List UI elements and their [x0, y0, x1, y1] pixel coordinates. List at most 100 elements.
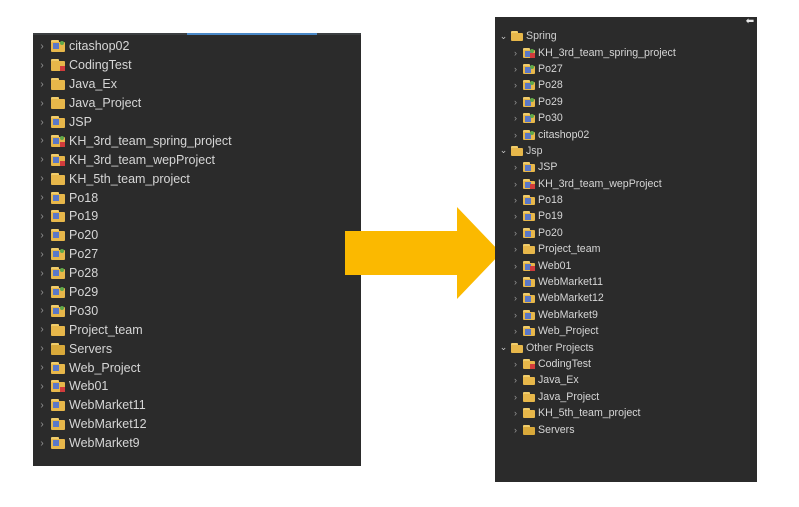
project-node[interactable]: › Po28: [37, 264, 232, 283]
chevron-right-icon[interactable]: ›: [37, 173, 47, 184]
project-node[interactable]: › Po30: [499, 110, 676, 126]
chevron-right-icon[interactable]: ›: [511, 80, 520, 90]
project-node[interactable]: › Po18: [37, 188, 232, 207]
working-set-node[interactable]: ⌄ Jsp: [499, 143, 676, 159]
project-node[interactable]: › WebMarket12: [37, 415, 232, 434]
project-node[interactable]: › CodingTest: [37, 56, 232, 75]
chevron-right-icon[interactable]: ›: [37, 98, 47, 109]
chevron-right-icon[interactable]: ›: [511, 162, 520, 172]
project-node[interactable]: › Web01: [37, 377, 232, 396]
chevron-right-icon[interactable]: ›: [37, 400, 47, 411]
project-node[interactable]: › KH_5th_team_project: [37, 169, 232, 188]
chevron-right-icon[interactable]: ›: [37, 287, 47, 298]
project-node[interactable]: › Po30: [37, 301, 232, 320]
chevron-right-icon[interactable]: ›: [511, 130, 520, 140]
project-label: Web01: [69, 379, 109, 394]
chevron-right-icon[interactable]: ›: [511, 375, 520, 385]
java-project-error-icon: [523, 359, 535, 369]
project-node[interactable]: › KH_3rd_team_spring_project: [499, 44, 676, 60]
chevron-right-icon[interactable]: ›: [511, 64, 520, 74]
chevron-right-icon[interactable]: ›: [511, 359, 520, 369]
chevron-down-icon[interactable]: ⌄: [499, 31, 508, 42]
chevron-right-icon[interactable]: ›: [37, 79, 47, 90]
project-node[interactable]: › Po28: [499, 77, 676, 93]
chevron-right-icon[interactable]: ›: [511, 392, 520, 402]
chevron-right-icon[interactable]: ›: [37, 305, 47, 316]
chevron-right-icon[interactable]: ›: [511, 277, 520, 287]
project-node[interactable]: › Servers: [37, 339, 232, 358]
project-node[interactable]: › Po29: [37, 283, 232, 302]
project-node[interactable]: › Po19: [499, 208, 676, 224]
chevron-right-icon[interactable]: ›: [37, 211, 47, 222]
chevron-right-icon[interactable]: ›: [37, 324, 47, 335]
chevron-right-icon[interactable]: ›: [37, 117, 47, 128]
chevron-right-icon[interactable]: ›: [511, 179, 520, 189]
chevron-right-icon[interactable]: ›: [37, 343, 47, 354]
chevron-right-icon[interactable]: ›: [37, 60, 47, 71]
project-node[interactable]: › Web_Project: [499, 323, 676, 339]
chevron-right-icon[interactable]: ›: [37, 135, 47, 146]
chevron-right-icon[interactable]: ›: [37, 381, 47, 392]
chevron-right-icon[interactable]: ›: [511, 97, 520, 107]
project-node[interactable]: › Project_team: [37, 320, 232, 339]
chevron-right-icon[interactable]: ›: [511, 261, 520, 271]
project-node[interactable]: › Java_Ex: [37, 75, 232, 94]
project-node[interactable]: › citashop02: [37, 37, 232, 56]
working-set-node[interactable]: ⌄ Other Projects: [499, 339, 676, 355]
chevron-right-icon[interactable]: ›: [37, 249, 47, 260]
chevron-right-icon[interactable]: ›: [37, 268, 47, 279]
project-node[interactable]: › KH_3rd_team_spring_project: [37, 131, 231, 150]
pin-icon[interactable]: ⬅: [745, 17, 755, 27]
project-node[interactable]: › Po27: [37, 245, 232, 264]
project-node[interactable]: › citashop02: [499, 126, 676, 142]
chevron-right-icon[interactable]: ›: [511, 195, 520, 205]
project-node[interactable]: › Po29: [499, 94, 676, 110]
chevron-right-icon[interactable]: ›: [37, 230, 47, 241]
working-set-node[interactable]: ⌄ Spring: [499, 28, 676, 44]
project-node[interactable]: › KH_3rd_team_wepProject: [499, 176, 676, 192]
project-node[interactable]: › Java_Project: [499, 389, 676, 405]
chevron-right-icon[interactable]: ›: [511, 113, 520, 123]
project-node[interactable]: › KH_3rd_team_wepProject: [37, 150, 232, 169]
chevron-right-icon[interactable]: ›: [37, 41, 47, 52]
project-node[interactable]: › Project_team: [499, 241, 676, 257]
project-tree-working-sets: ⌄ Spring › KH_3rd_team_spring_project › Po27 ›…: [499, 28, 676, 438]
project-node[interactable]: › WebMarket11: [37, 396, 232, 415]
project-node[interactable]: › Po20: [37, 226, 232, 245]
project-node[interactable]: › Po19: [37, 207, 232, 226]
project-node[interactable]: › WebMarket9: [499, 307, 676, 323]
chevron-right-icon[interactable]: ›: [37, 192, 47, 203]
project-node[interactable]: › Java_Project: [37, 94, 232, 113]
chevron-right-icon[interactable]: ›: [37, 419, 47, 430]
project-node[interactable]: › Servers: [499, 421, 676, 437]
project-node[interactable]: › Java_Ex: [499, 372, 676, 388]
chevron-right-icon[interactable]: ›: [511, 425, 520, 435]
chevron-right-icon[interactable]: ›: [511, 228, 520, 238]
project-node[interactable]: › WebMarket11: [499, 274, 676, 290]
project-node[interactable]: › Web_Project: [37, 358, 232, 377]
project-node[interactable]: › WebMarket9: [37, 434, 232, 453]
chevron-right-icon[interactable]: ›: [37, 362, 47, 373]
chevron-right-icon[interactable]: ›: [511, 310, 520, 320]
chevron-right-icon[interactable]: ›: [511, 326, 520, 336]
chevron-right-icon[interactable]: ›: [511, 408, 520, 418]
chevron-down-icon[interactable]: ⌄: [499, 145, 508, 156]
chevron-right-icon[interactable]: ›: [511, 211, 520, 221]
project-node[interactable]: › JSP: [37, 113, 232, 132]
project-node[interactable]: › KH_5th_team_project: [499, 405, 676, 421]
chevron-right-icon[interactable]: ›: [37, 438, 47, 449]
project-node[interactable]: › Web01: [499, 257, 676, 273]
chevron-right-icon[interactable]: ›: [511, 48, 520, 58]
chevron-right-icon[interactable]: ›: [511, 293, 520, 303]
project-node[interactable]: › WebMarket12: [499, 290, 676, 306]
chevron-right-icon[interactable]: ›: [37, 154, 47, 165]
project-node[interactable]: › CodingTest: [499, 356, 676, 372]
project-label: WebMarket9: [69, 436, 140, 451]
project-node[interactable]: › Po27: [499, 61, 676, 77]
chevron-down-icon[interactable]: ⌄: [499, 342, 508, 353]
project-node[interactable]: › Po20: [499, 225, 676, 241]
project-node[interactable]: › JSP: [499, 159, 676, 175]
project-node[interactable]: › Po18: [499, 192, 676, 208]
chevron-right-icon[interactable]: ›: [511, 244, 520, 254]
web-project-icon: [523, 162, 535, 173]
